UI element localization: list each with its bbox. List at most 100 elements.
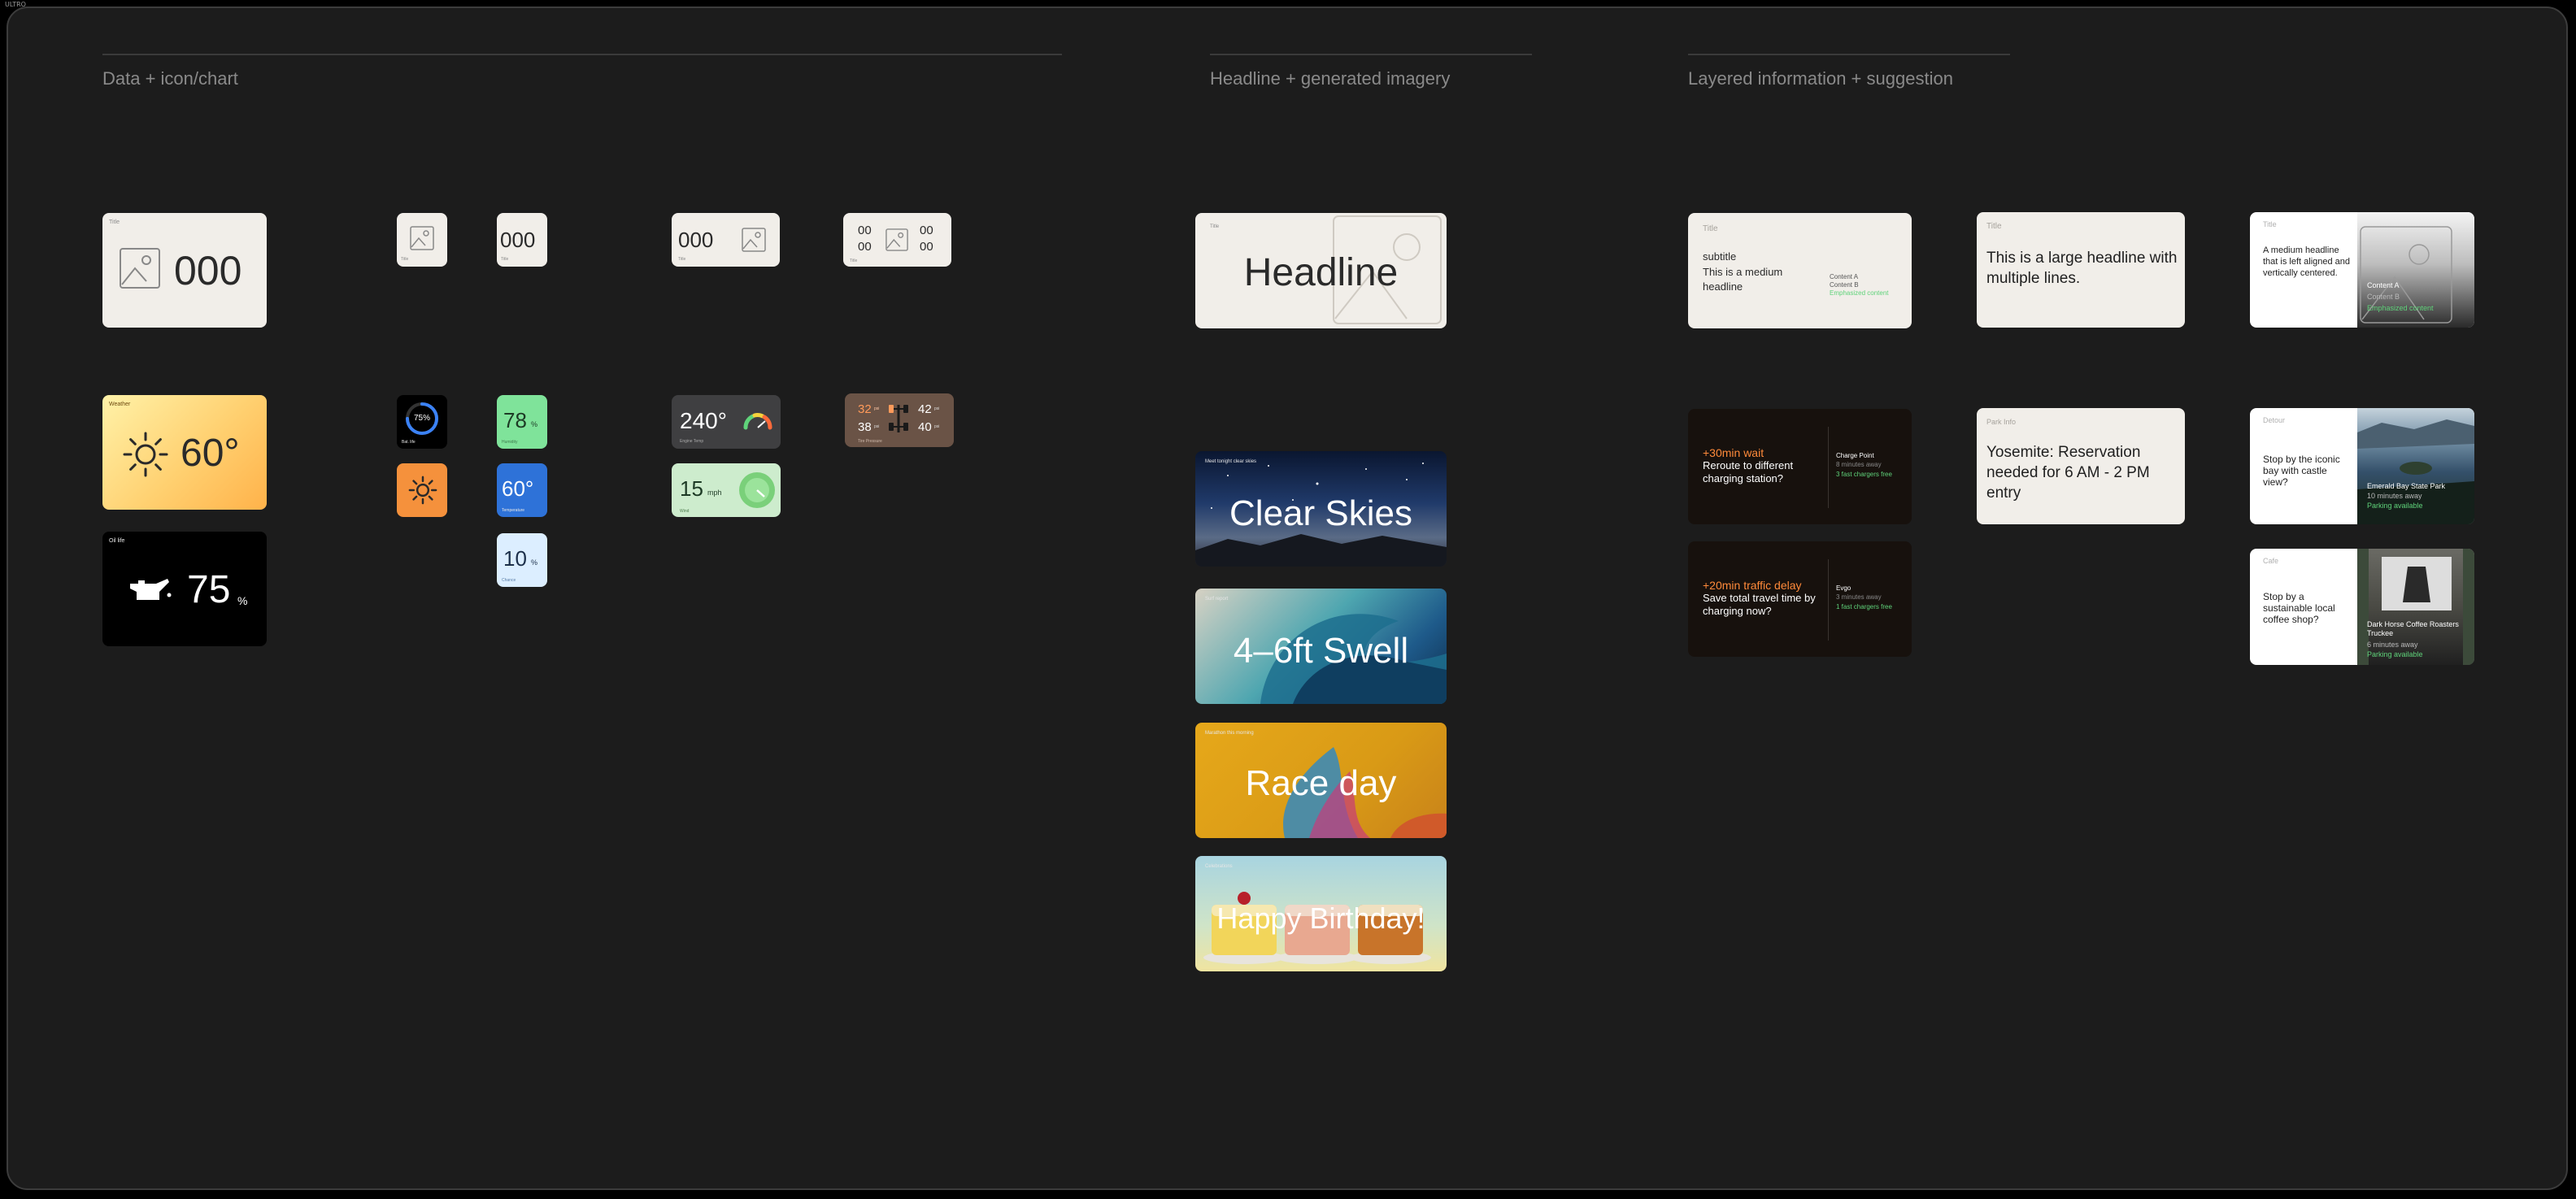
charge-suggestion-card[interactable]: +20min traffic delay Save total travel t… (1688, 541, 1912, 657)
card-headline: This is a large headline with multiple l… (1986, 250, 2178, 287)
temperature-card[interactable]: 60° Temperature (497, 463, 547, 517)
card-label: Title (109, 219, 120, 225)
battery-ring-card[interactable]: 75% Bat. life (397, 395, 447, 449)
weather-card[interactable]: Weather 60° (102, 395, 267, 510)
compass-icon (739, 472, 775, 508)
data-card-large[interactable]: Title 000 (102, 213, 267, 328)
oil-life-card[interactable]: Oil life 75 % (102, 532, 267, 646)
card-unit: % (531, 558, 538, 567)
clear-skies-card[interactable]: Meet tonight clear skies Clear Skies (1195, 451, 1447, 567)
card-label: Title (501, 257, 509, 262)
card-title: Title (1986, 222, 2002, 231)
status: Parking available (2367, 650, 2423, 658)
image-panel: Content A Content B Emphasized content (2357, 212, 2474, 328)
data-card-quad[interactable]: 00 00 00 00 Title (843, 213, 951, 267)
card-label: Marathon this morning (1205, 731, 1254, 736)
section-divider (1210, 54, 1532, 55)
engine-temp-card[interactable]: 240° Engine Temp (672, 395, 781, 449)
distance: 10 minutes away (2367, 492, 2422, 500)
card-value: 240° (680, 408, 727, 433)
card-value: 75 (187, 568, 231, 611)
card-value: 78 (503, 408, 527, 432)
card-headline: This is a medium headline (1703, 266, 1783, 293)
card-label: Temperature (502, 508, 525, 513)
headline-template-card[interactable]: Title Headline (1195, 213, 1447, 328)
card-unit: mph (707, 489, 722, 497)
data-card-wide-value[interactable]: 000 Title (672, 213, 780, 267)
alert-text: +30min wait (1703, 446, 1764, 459)
lake-image: Emerald Bay State Park 10 minutes away P… (2357, 408, 2474, 524)
card-title: Title (2263, 220, 2277, 228)
card-label: Title (1210, 224, 1220, 229)
card-label: Tire Pressure (858, 439, 882, 444)
content-a: Content A (1830, 273, 1859, 280)
distance: 3 minutes away (1836, 593, 1882, 601)
card-label: Oil life (109, 538, 125, 544)
suggestion-text: Save total travel time by charging now? (1703, 592, 1816, 617)
suggestion-text: Reroute to different charging station? (1703, 459, 1794, 484)
card-value-bl: 00 (858, 240, 872, 254)
card-label: Meet tonight clear skies (1205, 459, 1257, 464)
distance: 6 minutes away (2367, 641, 2418, 649)
card-headline: 4–6ft Swell (1233, 631, 1409, 671)
card-value: 60° (181, 432, 240, 475)
card-headline: Clear Skies (1229, 493, 1412, 533)
tire-value-rr: 40 (918, 420, 932, 434)
card-value-tl: 00 (858, 224, 872, 237)
section-title-layered: Layered information + suggestion (1688, 68, 1953, 89)
charge-suggestion-card[interactable]: +30min wait Reroute to different chargin… (1688, 409, 1912, 524)
gauge-icon (743, 413, 772, 430)
humidity-card[interactable]: 78 % Humidity (497, 395, 547, 449)
distance: 8 minutes away (1836, 461, 1882, 468)
card-title: Detour (2263, 416, 2286, 424)
tire-unit: psi (934, 406, 940, 411)
swell-card[interactable]: Surf report 4–6ft Swell (1195, 589, 1447, 704)
status: Parking available (2367, 502, 2423, 510)
card-value: 000 (174, 248, 242, 293)
card-headline: Happy Birthday! (1216, 901, 1425, 935)
card-value: 000 (678, 228, 714, 252)
sun-icon-card[interactable] (397, 463, 447, 517)
park-info-card[interactable]: Park Info Yosemite: Reservation needed f… (1977, 408, 2185, 524)
emphasized-content: Emphasized content (2367, 304, 2434, 312)
cafe-suggestion-card[interactable]: Cafe Stop by a sustainable local coffee … (2250, 549, 2474, 665)
card-title: Cafe (2263, 557, 2279, 565)
card-headline: Race day (1245, 763, 1397, 803)
card-unit: % (237, 594, 248, 607)
emphasized-content: Emphasized content (1830, 289, 1889, 297)
car-chassis-icon (889, 405, 908, 432)
card-label: Humidity (502, 440, 518, 445)
tire-unit: psi (874, 406, 880, 411)
image-placeholder-icon (742, 228, 766, 252)
card-headline: Stop by a sustainable local coffee shop? (2263, 591, 2335, 625)
card-label: Title (678, 257, 686, 262)
sun-icon (123, 432, 168, 477)
layered-medium-card[interactable]: Title subtitle This is a medium headline… (1688, 213, 1912, 328)
layered-large-card[interactable]: Title This is a large headline with mult… (1977, 212, 2185, 328)
card-title: Park Info (1986, 418, 2017, 426)
data-card-small-image[interactable]: Title (397, 213, 447, 267)
layered-split-card[interactable]: Title A medium headline that is left ali… (2250, 212, 2474, 328)
alert-text: +20min traffic delay (1703, 579, 1802, 592)
card-value: 75% (413, 414, 430, 423)
detour-suggestion-card[interactable]: Detour Stop by the iconic bay with castl… (2250, 408, 2474, 524)
content-b: Content B (1830, 281, 1859, 289)
status: 1 fast chargers free (1836, 603, 1892, 610)
card-label: Wind (680, 509, 690, 514)
wind-card[interactable]: 15 mph Wind (672, 463, 781, 517)
card-value: 15 (680, 476, 703, 501)
card-headline: Stop by the iconic bay with castle view? (2263, 454, 2340, 488)
image-placeholder-icon (410, 226, 434, 250)
tire-value-fr: 42 (918, 402, 932, 416)
card-value: 000 (500, 228, 536, 252)
race-day-card[interactable]: Marathon this morning Race day (1195, 723, 1447, 838)
card-value-tr: 00 (920, 224, 933, 237)
section-divider (1688, 54, 2010, 55)
chance-card[interactable]: 10 % Chance (497, 533, 547, 587)
tire-value-fl: 32 (858, 402, 872, 416)
birthday-card[interactable]: Celebrations Happy Birthday! (1195, 856, 1447, 971)
content-a: Content A (2367, 281, 2400, 289)
data-card-small-value[interactable]: 000 Title (497, 213, 547, 267)
tire-pressure-card[interactable]: 32 psi 38 psi 42 psi 40 psi Tire Pressur… (845, 393, 954, 447)
card-title: Title (1703, 224, 1718, 233)
